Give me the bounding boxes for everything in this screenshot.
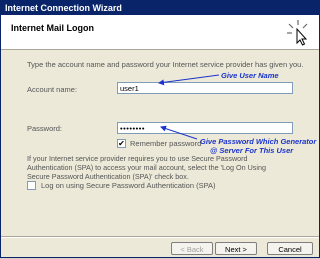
remember-password-checkbox[interactable]: ✔ (117, 139, 126, 148)
cancel-button[interactable]: Cancel (267, 242, 313, 255)
page-title: Internet Mail Logon (11, 23, 94, 33)
window-title: Internet Connection Wizard (1, 1, 319, 15)
wizard-body: Type the account name and password your … (1, 50, 319, 236)
wizard-header: Internet Mail Logon (1, 15, 319, 50)
wizard-cursor-icon (287, 20, 308, 46)
password-label: Password: (27, 124, 63, 133)
annotation-user-name: Give User Name (221, 71, 279, 80)
next-button[interactable]: Next > (215, 242, 257, 255)
spa-checkbox[interactable] (27, 181, 36, 190)
wizard-window: Internet Connection Wizard Internet Mail… (0, 0, 320, 258)
account-name-input[interactable] (117, 82, 293, 94)
remember-password-label: Remember password (130, 139, 202, 148)
password-input[interactable] (117, 122, 293, 134)
annotation-password-line1: Give Password Which Generator (200, 137, 317, 146)
spa-info-text: If your Internet service provider requir… (27, 154, 266, 181)
intro-text: Type the account name and password your … (27, 60, 304, 69)
account-name-label: Account name: (27, 85, 78, 94)
footer-separator (1, 236, 319, 238)
spa-checkbox-label: Log on using Secure Password Authenticat… (41, 181, 216, 190)
back-button[interactable]: < Back (171, 242, 213, 255)
